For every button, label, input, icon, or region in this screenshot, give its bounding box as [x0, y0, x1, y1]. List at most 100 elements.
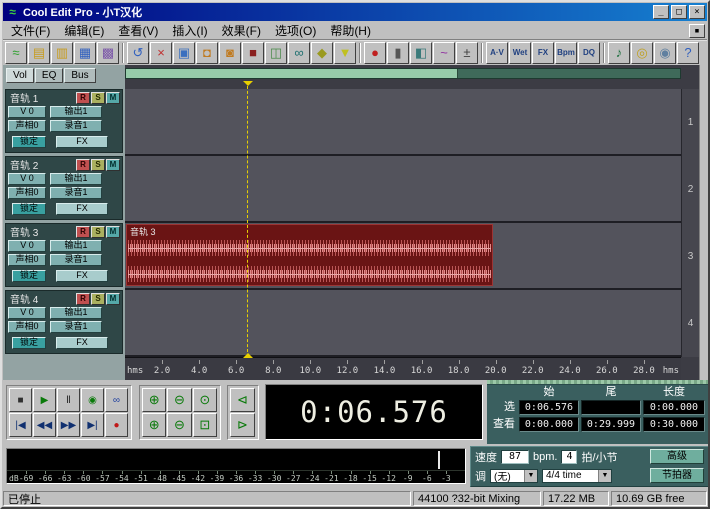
- view-range-indicator[interactable]: [126, 69, 459, 78]
- track-1-mute-button[interactable]: M: [106, 91, 120, 104]
- open-file-icon[interactable]: ▤: [28, 41, 50, 64]
- track-2-volume-button[interactable]: V 0: [8, 172, 46, 185]
- track-2-fx-button[interactable]: FX: [56, 202, 108, 215]
- track-1-record-device-button[interactable]: 录音1: [50, 119, 102, 132]
- stop-button[interactable]: ■: [9, 388, 32, 412]
- help-icon[interactable]: ?: [677, 41, 699, 64]
- zoom-full-button[interactable]: ⊙: [192, 388, 217, 412]
- open-session-icon[interactable]: ▥: [51, 41, 73, 64]
- track-4-pan-button[interactable]: 声相0: [8, 320, 46, 333]
- beats-per-bar-field[interactable]: 4: [561, 449, 578, 464]
- pause-button[interactable]: Ⅱ: [57, 388, 80, 412]
- mdi-child-button[interactable]: ▪: [689, 23, 705, 38]
- loop-button[interactable]: ∞: [105, 388, 128, 412]
- key-dropdown[interactable]: (无) ▼: [490, 468, 538, 483]
- track-1-fx-button[interactable]: FX: [56, 135, 108, 148]
- metronome-button[interactable]: 节拍器: [650, 468, 704, 483]
- undo-icon[interactable]: ↺: [127, 41, 149, 64]
- paste-icon[interactable]: ◘: [196, 41, 218, 64]
- bpm-icon[interactable]: Bpm: [555, 41, 577, 64]
- group-clips-icon[interactable]: ◆: [311, 41, 333, 64]
- track-1-record-arm-button[interactable]: R: [76, 91, 90, 104]
- tab-bus[interactable]: Bus: [64, 68, 96, 83]
- menu-edit[interactable]: 编辑(E): [57, 21, 111, 40]
- track-3-lock-button[interactable]: 锁定: [12, 269, 46, 282]
- menu-effects[interactable]: 效果(F): [215, 21, 268, 40]
- track-1-solo-button[interactable]: S: [91, 91, 105, 104]
- track-2-lane[interactable]: [125, 156, 681, 222]
- mix-paste-icon[interactable]: ◙: [219, 41, 241, 64]
- track-3-record-arm-button[interactable]: R: [76, 225, 90, 238]
- time-signature-dropdown[interactable]: 4/4 time ▼: [542, 468, 612, 483]
- menu-options[interactable]: 选项(O): [268, 21, 323, 40]
- zoom-right-edge-button[interactable]: ⊳: [230, 413, 255, 437]
- track-3-mute-button[interactable]: M: [106, 225, 120, 238]
- play-button[interactable]: ▶: [33, 388, 56, 412]
- waveform-view-icon[interactable]: ≈: [5, 41, 27, 64]
- lock-time-icon[interactable]: ◧: [410, 41, 432, 64]
- menu-view[interactable]: 查看(V): [111, 21, 165, 40]
- track-4-fx-button[interactable]: FX: [56, 336, 108, 349]
- go-to-end-button[interactable]: ▶|: [81, 413, 104, 437]
- track-2-output-button[interactable]: 输出1: [50, 172, 102, 185]
- track-4-solo-button[interactable]: S: [91, 292, 105, 305]
- loop-duplicate-icon[interactable]: ∞: [288, 41, 310, 64]
- zoom-selection-button[interactable]: ⊡: [192, 413, 217, 437]
- scripts-icon[interactable]: ◉: [654, 41, 676, 64]
- playhead[interactable]: [242, 81, 253, 358]
- delete-icon[interactable]: ■: [242, 41, 264, 64]
- track-2-mute-button[interactable]: M: [106, 158, 120, 171]
- track-4-record-arm-button[interactable]: R: [76, 292, 90, 305]
- level-meter[interactable]: dB -69 -66 -63 -60 -57 -54 -51 -48 -45 -42 -39 -36 -3…: [6, 448, 466, 484]
- track-2-pan-button[interactable]: 声相0: [8, 186, 46, 199]
- track-3-fx-button[interactable]: FX: [56, 269, 108, 282]
- track-1-output-button[interactable]: 输出1: [50, 105, 102, 118]
- zoom-left-edge-button[interactable]: ⊲: [230, 388, 255, 412]
- track-2-lock-button[interactable]: 锁定: [12, 202, 46, 215]
- cut-icon[interactable]: ×: [150, 41, 172, 64]
- track-4-output-button[interactable]: 输出1: [50, 306, 102, 319]
- record-button[interactable]: ●: [105, 413, 128, 437]
- chevron-down-icon[interactable]: ▼: [524, 469, 537, 482]
- menu-insert[interactable]: 插入(I): [165, 21, 214, 40]
- marker-icon[interactable]: ▼: [334, 41, 356, 64]
- menu-help[interactable]: 帮助(H): [323, 21, 378, 40]
- audio-clip[interactable]: 音轨 3: [126, 224, 493, 286]
- vertical-scrollbar[interactable]: [699, 65, 708, 380]
- track-1-volume-button[interactable]: V 0: [8, 105, 46, 118]
- go-to-start-button[interactable]: |◀: [9, 413, 32, 437]
- metronome-icon[interactable]: ♪: [608, 41, 630, 64]
- quantize-icon[interactable]: DQ: [578, 41, 600, 64]
- track-4-lane[interactable]: [125, 290, 681, 356]
- track-3-pan-button[interactable]: 声相0: [8, 253, 46, 266]
- minimize-button[interactable]: _: [653, 5, 669, 19]
- play-looped-button[interactable]: ◉: [81, 388, 104, 412]
- mixer-icon[interactable]: ▩: [97, 41, 119, 64]
- tab-eq[interactable]: EQ: [34, 68, 64, 83]
- zoom-out-button[interactable]: ⊖: [167, 388, 192, 412]
- rewind-button[interactable]: ◀◀: [33, 413, 56, 437]
- chevron-down-icon[interactable]: ▼: [598, 469, 611, 482]
- track-2-solo-button[interactable]: S: [91, 158, 105, 171]
- wet-dry-icon[interactable]: Wet: [509, 41, 531, 64]
- session-overview-bar[interactable]: [125, 68, 681, 79]
- av-sync-icon[interactable]: A·V: [486, 41, 508, 64]
- fast-forward-button[interactable]: ▶▶: [57, 413, 80, 437]
- track-4-lock-button[interactable]: 锁定: [12, 336, 46, 349]
- track-3-output-button[interactable]: 输出1: [50, 239, 102, 252]
- zoom-in-vertical-button[interactable]: ⊕: [142, 413, 167, 437]
- advanced-button[interactable]: 高级: [650, 449, 704, 464]
- track-2-record-arm-button[interactable]: R: [76, 158, 90, 171]
- track-4-record-device-button[interactable]: 录音1: [50, 320, 102, 333]
- crop-icon[interactable]: ◫: [265, 41, 287, 64]
- zoom-in-button[interactable]: ⊕: [142, 388, 167, 412]
- fx-rack-icon[interactable]: FX: [532, 41, 554, 64]
- track-1-lane[interactable]: [125, 89, 681, 155]
- zoom-out-vertical-button[interactable]: ⊖: [167, 413, 192, 437]
- track-3-lane[interactable]: 音轨 3: [125, 223, 681, 289]
- track-3-volume-button[interactable]: V 0: [8, 239, 46, 252]
- menu-file[interactable]: 文件(F): [4, 21, 57, 40]
- timeline-ruler[interactable]: hms hms 2.0 4.0 6.0 8.0 10.0 12.0 14.0 16.0 18.0 20…: [125, 357, 681, 380]
- punch-in-icon[interactable]: ●: [364, 41, 386, 64]
- track-3-solo-button[interactable]: S: [91, 225, 105, 238]
